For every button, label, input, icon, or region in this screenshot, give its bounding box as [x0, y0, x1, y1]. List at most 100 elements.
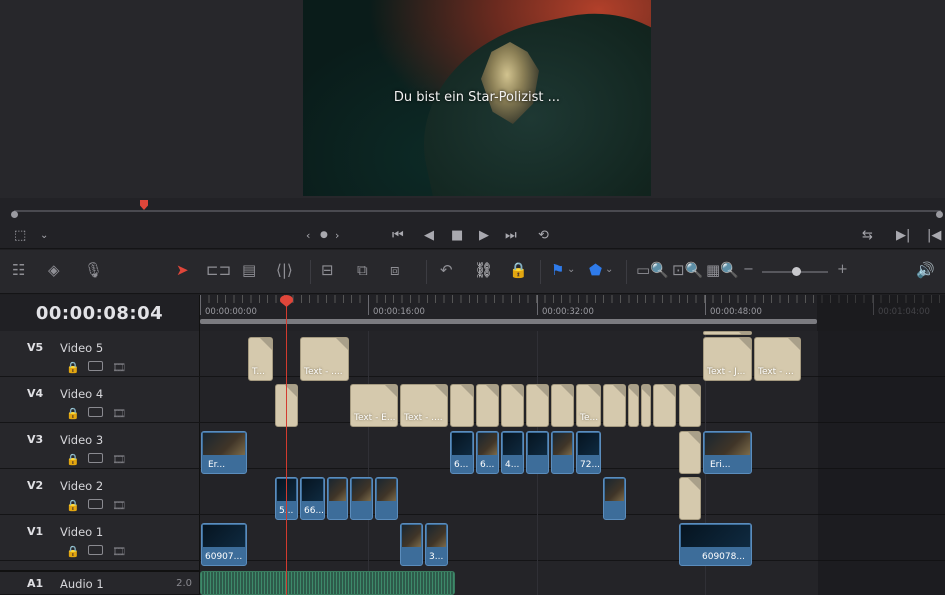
chevron-down-icon[interactable]: ⌄ — [605, 265, 613, 275]
film-strip-icon[interactable]: 🎞 — [112, 545, 126, 558]
timeline-timecode[interactable]: 00:00:08:04 — [0, 295, 200, 331]
track-header-v1[interactable]: V1 Video 1 🔒 🎞 — [0, 515, 200, 561]
video-clip[interactable] — [350, 477, 373, 520]
scrub-start-handle[interactable] — [11, 211, 18, 218]
track-name[interactable]: Video 1 — [60, 525, 103, 539]
timeline-range-bar[interactable] — [200, 319, 817, 324]
lock-icon[interactable]: 🔒 — [66, 407, 80, 420]
text-clip[interactable] — [703, 331, 752, 335]
film-strip-icon[interactable]: 🎞 — [112, 499, 126, 512]
zoom-in-icon[interactable]: + — [837, 263, 848, 276]
track-name[interactable]: Video 4 — [60, 387, 103, 401]
track-name[interactable]: Video 5 — [60, 341, 103, 355]
auto-select-icon[interactable] — [88, 361, 103, 374]
loop-icon[interactable]: ⟲ — [538, 229, 549, 242]
lock-icon[interactable]: 🔒 — [66, 499, 80, 512]
text-clip[interactable]: Text - .... — [300, 337, 349, 381]
match-frame-icon[interactable]: ⇆ — [862, 229, 873, 242]
video-clip[interactable]: 60907... — [201, 523, 247, 566]
text-clip[interactable] — [551, 384, 574, 427]
overwrite-clip-icon[interactable]: ⧉ — [357, 263, 368, 278]
preview-frame[interactable]: Du bist ein Star-Polizist ... — [303, 0, 651, 196]
video-clip[interactable] — [375, 477, 398, 520]
video-clip[interactable]: 72... — [576, 431, 601, 474]
microphone-icon[interactable]: 🎙 — [84, 263, 103, 278]
text-clip[interactable] — [679, 477, 701, 520]
video-clip[interactable]: 609078... — [679, 523, 752, 566]
audio-clip[interactable] — [200, 571, 455, 595]
lock-icon[interactable]: 🔒 — [66, 545, 80, 558]
track-header-a1[interactable]: A1 Audio 1 2.0 — [0, 570, 200, 595]
video-clip[interactable]: 6... — [476, 431, 499, 474]
dynamic-trim-icon[interactable]: ▤ — [242, 263, 256, 278]
film-strip-icon[interactable]: 🎞 — [112, 407, 126, 420]
next-marker-icon[interactable]: › — [335, 230, 339, 241]
speaker-icon[interactable]: 🔊 — [916, 263, 935, 278]
prev-edit-icon[interactable]: |◀ — [927, 229, 941, 242]
selection-tool-icon[interactable]: ➤ — [176, 263, 189, 278]
chevron-down-icon[interactable]: ⌄ — [40, 231, 48, 241]
viewer-scrub-bar[interactable] — [0, 198, 945, 224]
track-name[interactable]: Video 2 — [60, 479, 103, 493]
timeline-ruler[interactable]: 00:00:00:00 00:00:16:00 00:00:32:00 00:0… — [200, 295, 945, 331]
prev-marker-icon[interactable]: ‹ — [306, 230, 310, 241]
next-edit-icon[interactable]: ▶| — [896, 229, 910, 242]
timeline-view-options-icon[interactable]: ☷ — [12, 263, 25, 278]
transform-icon[interactable]: ⬚ — [14, 229, 26, 242]
flag-icon[interactable]: ⚑ — [551, 263, 564, 278]
text-clip[interactable] — [501, 384, 524, 427]
text-clip[interactable]: Text - J... — [703, 337, 752, 381]
video-clip[interactable] — [400, 523, 423, 566]
text-clip[interactable]: Text - E... — [350, 384, 398, 427]
text-clip[interactable] — [653, 384, 676, 427]
lock-icon[interactable]: 🔒 — [66, 361, 80, 374]
video-clip[interactable] — [603, 477, 626, 520]
track-name[interactable]: Video 3 — [60, 433, 103, 447]
text-clip[interactable] — [476, 384, 499, 427]
text-clip[interactable] — [450, 384, 474, 427]
trim-tool-icon[interactable]: ⊏⊐ — [206, 263, 231, 278]
film-strip-icon[interactable]: 🎞 — [112, 361, 126, 374]
snapping-diamond-icon[interactable]: ◈ — [48, 263, 60, 278]
video-clip[interactable]: 6... — [450, 431, 474, 474]
skip-to-start-icon[interactable]: ⏮ — [392, 229, 404, 242]
scrub-track[interactable] — [14, 210, 941, 212]
stop-icon[interactable]: ■ — [451, 229, 463, 242]
video-clip[interactable]: 66... — [300, 477, 325, 520]
marker-dot-icon[interactable]: ● — [320, 231, 328, 240]
track-header-v4[interactable]: V4 Video 4 🔒 🎞 — [0, 377, 200, 423]
text-clip[interactable] — [603, 384, 626, 427]
auto-select-icon[interactable] — [88, 453, 103, 466]
scrub-playhead[interactable] — [140, 200, 148, 210]
video-clip[interactable] — [327, 477, 348, 520]
position-lock-icon[interactable]: 🔒 — [509, 263, 528, 278]
auto-select-icon[interactable] — [88, 499, 103, 512]
play-icon[interactable]: ▶ — [479, 229, 489, 242]
replace-clip-icon[interactable]: ⧈ — [390, 263, 400, 278]
track-header-v2[interactable]: V2 Video 2 🔒 🎞 — [0, 469, 200, 515]
link-clips-icon[interactable]: ⛓ — [474, 263, 493, 278]
text-clip[interactable]: Text - ... — [754, 337, 801, 381]
track-header-v5[interactable]: V5 Video 5 🔒 🎞 — [0, 331, 200, 377]
text-clip[interactable] — [526, 384, 549, 427]
video-clip[interactable]: 3... — [425, 523, 448, 566]
film-strip-icon[interactable]: 🎞 — [112, 453, 126, 466]
text-clip[interactable] — [641, 384, 651, 427]
zoom-out-icon[interactable]: − — [743, 263, 754, 276]
text-clip[interactable]: T... — [248, 337, 273, 381]
full-extent-zoom-icon[interactable]: ▭🔍 — [636, 263, 669, 278]
text-clip[interactable] — [679, 431, 701, 474]
scrub-end-handle[interactable] — [936, 211, 943, 218]
track-header-v3[interactable]: V3 Video 3 🔒 🎞 — [0, 423, 200, 469]
timeline-playhead-line[interactable] — [286, 296, 287, 595]
snap-magnet-icon[interactable]: ↶ — [440, 263, 453, 278]
text-clip[interactable] — [628, 384, 639, 427]
play-reverse-icon[interactable]: ◀ — [424, 229, 434, 242]
detail-zoom-icon[interactable]: ⊡🔍 — [672, 263, 703, 278]
text-clip[interactable]: Text - .... — [400, 384, 448, 427]
video-clip[interactable] — [526, 431, 549, 474]
insert-clip-icon[interactable]: ⊟ — [321, 263, 334, 278]
blade-tool-icon[interactable]: ⟨|⟩ — [276, 263, 293, 278]
marker-icon[interactable]: ⬟ — [589, 263, 602, 278]
video-clip[interactable]: Er... — [201, 431, 247, 474]
